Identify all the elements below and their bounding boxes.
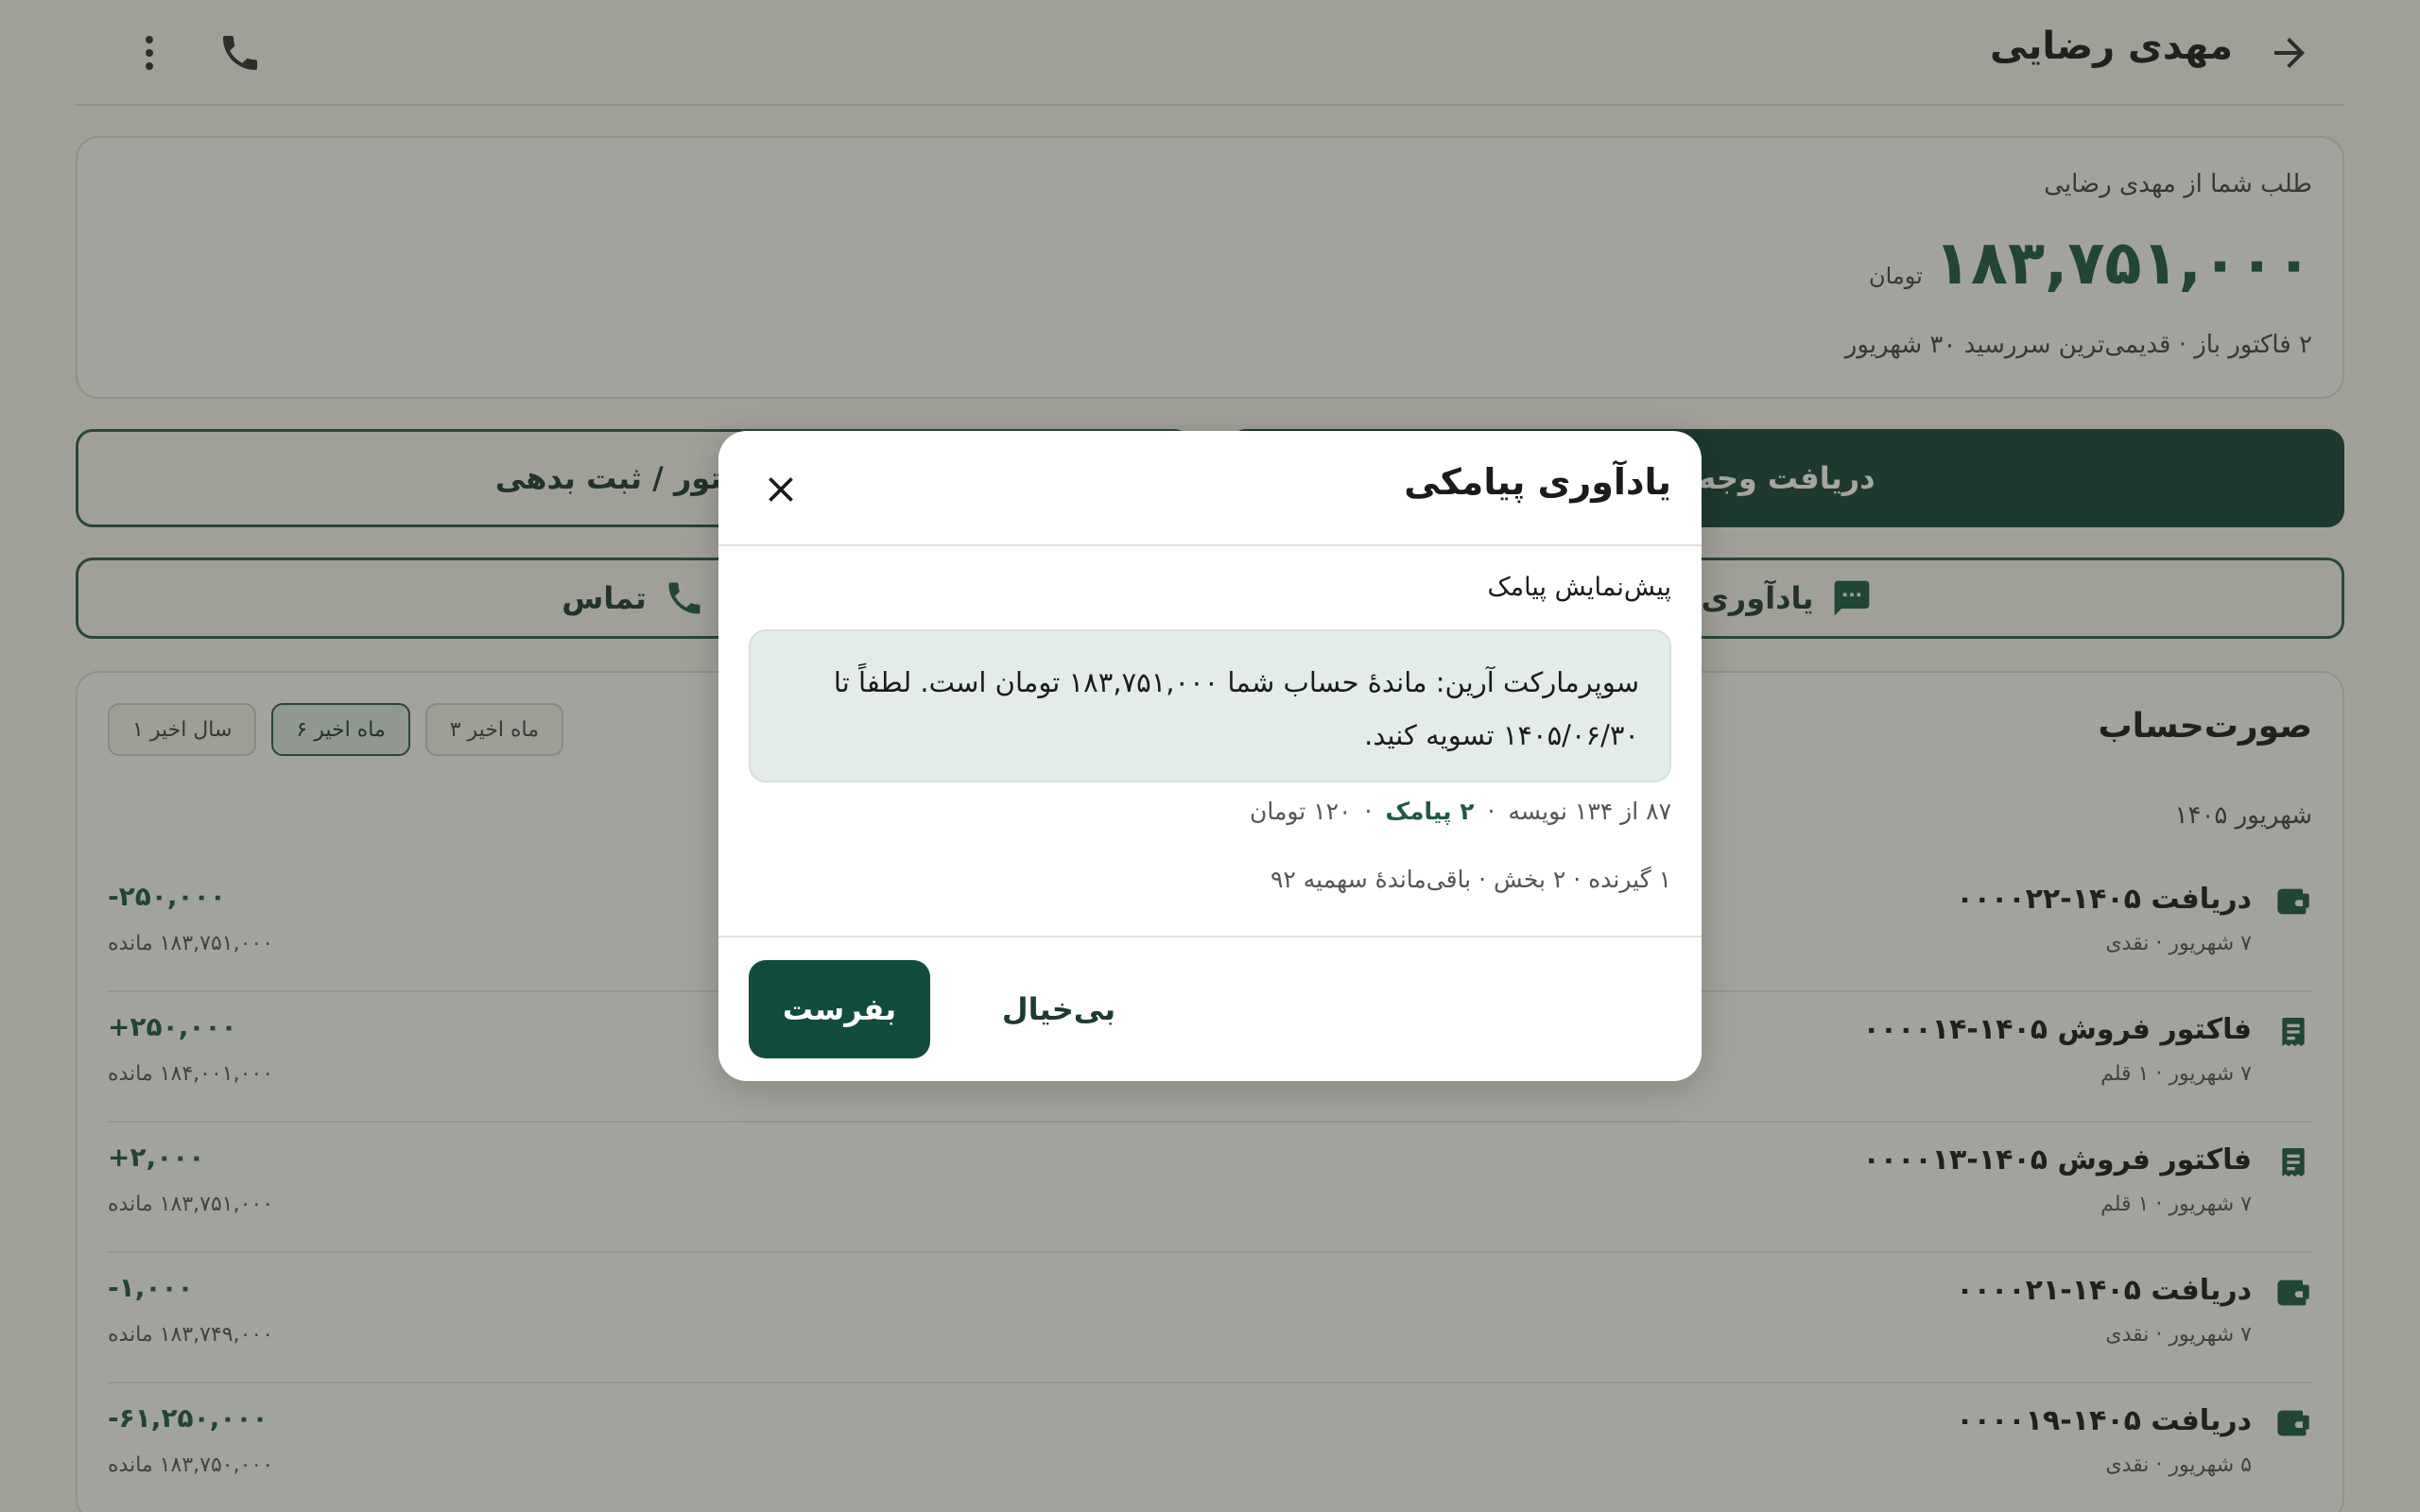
preview-label: پیش‌نمایش پیامک	[1487, 573, 1671, 602]
dialog-title: یادآوری پیامکی	[1404, 461, 1671, 503]
separator-dot: ·	[1364, 798, 1373, 825]
cancel-button[interactable]: بی‌خیال	[1002, 960, 1115, 1058]
sms-meta: ۸۷ از ۱۳۴ نویسه · ۲ پیامک · ۱۲۰ تومان	[1250, 798, 1671, 825]
separator-dot: ·	[1487, 798, 1495, 825]
sms-count: ۲ پیامک	[1385, 798, 1475, 825]
recipients-info: ۱ گیرنده · ۲ بخش · باقی‌ماندهٔ سهمیه ۹۲	[1270, 866, 1671, 893]
send-button[interactable]: بفرست	[749, 960, 930, 1058]
sms-cost: ۱۲۰ تومان	[1250, 798, 1352, 825]
dialog-divider	[718, 936, 1702, 937]
dialog-header: یادآوری پیامکی	[718, 431, 1702, 546]
close-icon[interactable]	[760, 469, 802, 510]
sms-reminder-dialog: یادآوری پیامکی پیش‌نمایش پیامک سوپرمارکت…	[718, 431, 1702, 1081]
char-count: ۸۷ از ۱۳۴ نویسه	[1508, 798, 1671, 825]
sms-preview-box: سوپرمارکت آرین: ماندهٔ حساب شما ۱۸۳,۷۵۱,…	[749, 629, 1671, 782]
